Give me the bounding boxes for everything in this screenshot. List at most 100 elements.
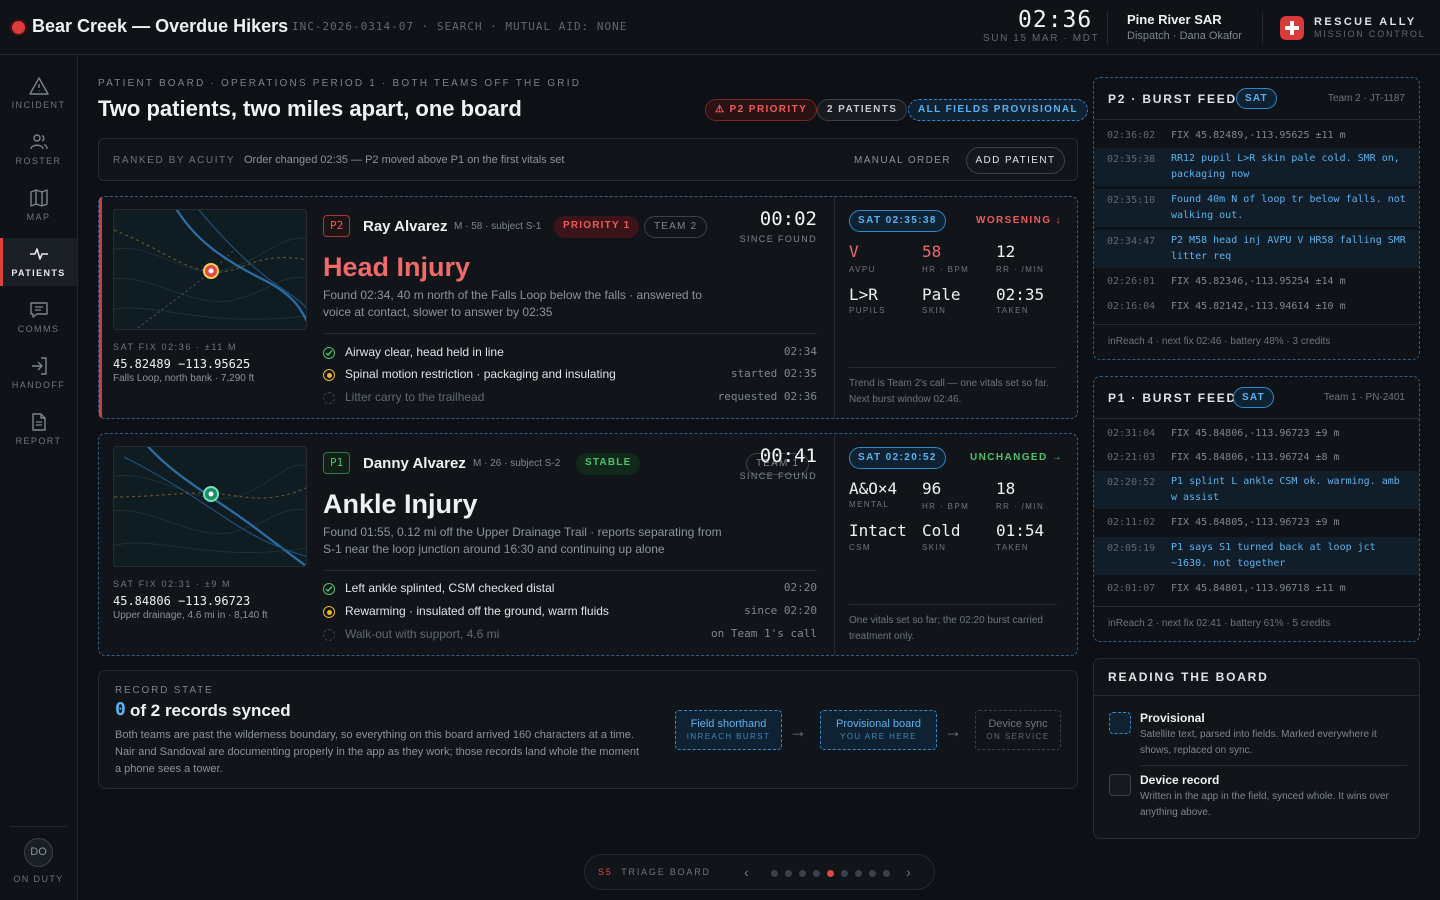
flow-step-provisional-board: Provisional board YOU ARE HERE: [820, 710, 937, 750]
sidebar-item-label: HANDOFF: [11, 380, 66, 390]
found-description: Found 01:55, 0.12 mi off the Upper Drain…: [323, 525, 722, 556]
feed-row[interactable]: 02:01:07 FIX 45.84801,-113.96718 ±11 m: [1094, 579, 1419, 599]
divider: [849, 604, 1057, 605]
step-time: 02:34: [783, 345, 817, 358]
sidebar-item-label: MAP: [26, 212, 51, 222]
sat-fix-label: SAT FIX 02:36 · ±11 M: [113, 342, 238, 352]
vital-value: Intact: [849, 521, 907, 540]
synced-title: of 2 records synced: [130, 701, 291, 720]
flow-step-sub: ON SERVICE: [986, 732, 1050, 741]
add-patient-button[interactable]: ADD PATIENT: [966, 147, 1065, 174]
vitals-sat-timestamp[interactable]: SAT 02:20:52: [849, 447, 946, 469]
team-badge[interactable]: TEAM 2: [644, 216, 708, 238]
flow-step-title: Field shorthand: [690, 718, 767, 730]
coordinates[interactable]: 45.82489 −113.95625: [113, 357, 250, 371]
handoff-icon: [31, 357, 47, 375]
sidebar-item-handoff[interactable]: HANDOFF: [0, 350, 77, 398]
priority-chip[interactable]: ⚠ P2 PRIORITY: [705, 99, 818, 121]
brand-subtitle: MISSION CONTROL: [1314, 29, 1426, 39]
feed-row[interactable]: 02:21:03 FIX 45.84806,-113.96724 ±8 m: [1094, 448, 1419, 468]
sat-badge: SAT: [1236, 88, 1277, 109]
vital-value: V: [849, 242, 859, 261]
feed-row[interactable]: 02:34:47 P2 M58 head inj AVPU V HR58 fall…: [1094, 230, 1419, 268]
patients-count-chip[interactable]: 2 PATIENTS: [817, 99, 908, 121]
legend-title: READING THE BOARD: [1108, 670, 1269, 684]
divider: [834, 197, 835, 418]
vital-label: TAKEN: [996, 543, 1030, 552]
location-description: Falls Loop, north bank · 7,290 ft: [113, 373, 255, 384]
patient-location-map[interactable]: [113, 209, 307, 330]
legend-item-description: Satellite text, parsed into fields. Mark…: [1140, 729, 1377, 756]
slide-pager: S5 TRIAGE BOARD ‹ ›: [584, 854, 935, 890]
location-description: Upper drainage, 4.6 mi in · 8,140 ft: [113, 610, 268, 621]
sidebar-item-label: PATIENTS: [11, 268, 66, 278]
feed-row[interactable]: 02:20:52 P1 splint L ankle CSM ok. warmin…: [1094, 471, 1419, 509]
clock: 02:36: [1018, 7, 1093, 33]
care-step: Spinal motion restriction · packaging an…: [323, 367, 817, 385]
patient-name[interactable]: Ray Alvarez: [363, 218, 448, 235]
feed-row[interactable]: 02:05:19 P1 says S1 turned back at loop j…: [1094, 537, 1419, 575]
vital-value: 12: [996, 242, 1016, 261]
vital-label: SKIN: [922, 543, 947, 552]
brand-title: RESCUE ALLY: [1314, 16, 1417, 28]
step-text: Airway clear, head held in line: [345, 345, 504, 359]
feed-message: P2 M58 head inj AVPU V HR58 falling SMR …: [1171, 235, 1406, 262]
care-step: Left ankle splinted, CSM checked distal …: [323, 581, 817, 599]
pager-dot[interactable]: [827, 870, 834, 877]
sidebar-item-patients[interactable]: PATIENTS: [0, 238, 77, 286]
feed-row[interactable]: 02:26:01 FIX 45.82346,-113.95254 ±14 m: [1094, 272, 1419, 292]
sidebar-item-roster[interactable]: ROSTER: [0, 126, 77, 174]
coordinates[interactable]: 45.84806 −113.96723: [113, 594, 250, 608]
feed-message: Found 40m N of loop tr below falls. not …: [1171, 194, 1406, 221]
vitals-sat-timestamp[interactable]: SAT 02:35:38: [849, 210, 946, 232]
divider: [323, 570, 817, 571]
care-step: Airway clear, head held in line 02:34: [323, 345, 817, 363]
map-topo-icon: [114, 210, 306, 329]
pager-dot[interactable]: [813, 870, 820, 877]
step-text: Walk-out with support, 4.6 mi: [345, 627, 500, 641]
step-time: on Team 1's call: [711, 627, 817, 640]
vital-label: PUPILS: [849, 306, 886, 315]
feed-row[interactable]: 02:31:04 FIX 45.84806,-113.96723 ±9 m: [1094, 424, 1419, 444]
pager-dot[interactable]: [785, 870, 792, 877]
divider: [1094, 695, 1419, 696]
flow-step-title: Device sync: [988, 718, 1048, 730]
slide-label: S5 TRIAGE BOARD: [598, 867, 711, 877]
vital-label: SKIN: [922, 306, 947, 315]
patient-card-p2[interactable]: SAT FIX 02:36 · ±11 M 45.82489 −113.9562…: [98, 196, 1078, 419]
feed-row[interactable]: 02:11:02 FIX 45.84805,-113.96723 ±9 m: [1094, 513, 1419, 533]
pager-dot[interactable]: [771, 870, 778, 877]
feed-row[interactable]: 02:16:04 FIX 45.82142,-113.94614 ±10 m: [1094, 297, 1419, 317]
sidebar-item-report[interactable]: REPORT: [0, 406, 77, 454]
sidebar-item-incident[interactable]: INCIDENT: [0, 70, 77, 118]
avatar[interactable]: DO: [24, 838, 53, 867]
chevron-right-icon[interactable]: ›: [906, 864, 911, 880]
feed-row[interactable]: 02:35:38 RR12 pupil L>R skin pale cold. S…: [1094, 148, 1419, 186]
sidebar-item-comms[interactable]: COMMS: [0, 294, 77, 342]
sidebar-item-label: INCIDENT: [11, 100, 66, 110]
status-badge: PRIORITY 1: [554, 216, 640, 238]
slide-number: S5: [598, 867, 613, 877]
feed-row[interactable]: 02:35:10 Found 40m N of loop tr below fal…: [1094, 189, 1419, 227]
vitals-note: One vitals set so far; the 02:20 burst c…: [849, 615, 1043, 642]
patient-location-map[interactable]: [113, 446, 307, 567]
feed-device: Team 2 · JT-1187: [1327, 93, 1405, 104]
pager-dot[interactable]: [855, 870, 862, 877]
sidebar-item-map[interactable]: MAP: [0, 182, 77, 230]
manual-order-button[interactable]: MANUAL ORDER: [854, 155, 951, 166]
pager-dot[interactable]: [841, 870, 848, 877]
pager-dot[interactable]: [799, 870, 806, 877]
feed-row[interactable]: 02:36:02 FIX 45.82489,-113.95625 ±11 m: [1094, 126, 1419, 146]
pager-dot[interactable]: [883, 870, 890, 877]
patient-name[interactable]: Danny Alvarez: [363, 455, 466, 472]
pager-dot[interactable]: [869, 870, 876, 877]
vital-label: RR · /MIN: [996, 502, 1045, 511]
vital-value: A&O×4: [849, 479, 898, 498]
divider: [1094, 606, 1419, 607]
patient-card-p1[interactable]: SAT FIX 02:31 · ±9 M 45.84806 −113.96723…: [98, 433, 1078, 656]
chevron-left-icon[interactable]: ‹: [744, 864, 749, 880]
feed-message: FIX 45.82142,-113.94614 ±10 m: [1171, 301, 1346, 312]
vital-label: AVPU: [849, 265, 876, 274]
feed-message: FIX 45.84806,-113.96723 ±9 m: [1171, 428, 1340, 439]
provisional-chip[interactable]: ALL FIELDS PROVISIONAL: [908, 99, 1089, 121]
